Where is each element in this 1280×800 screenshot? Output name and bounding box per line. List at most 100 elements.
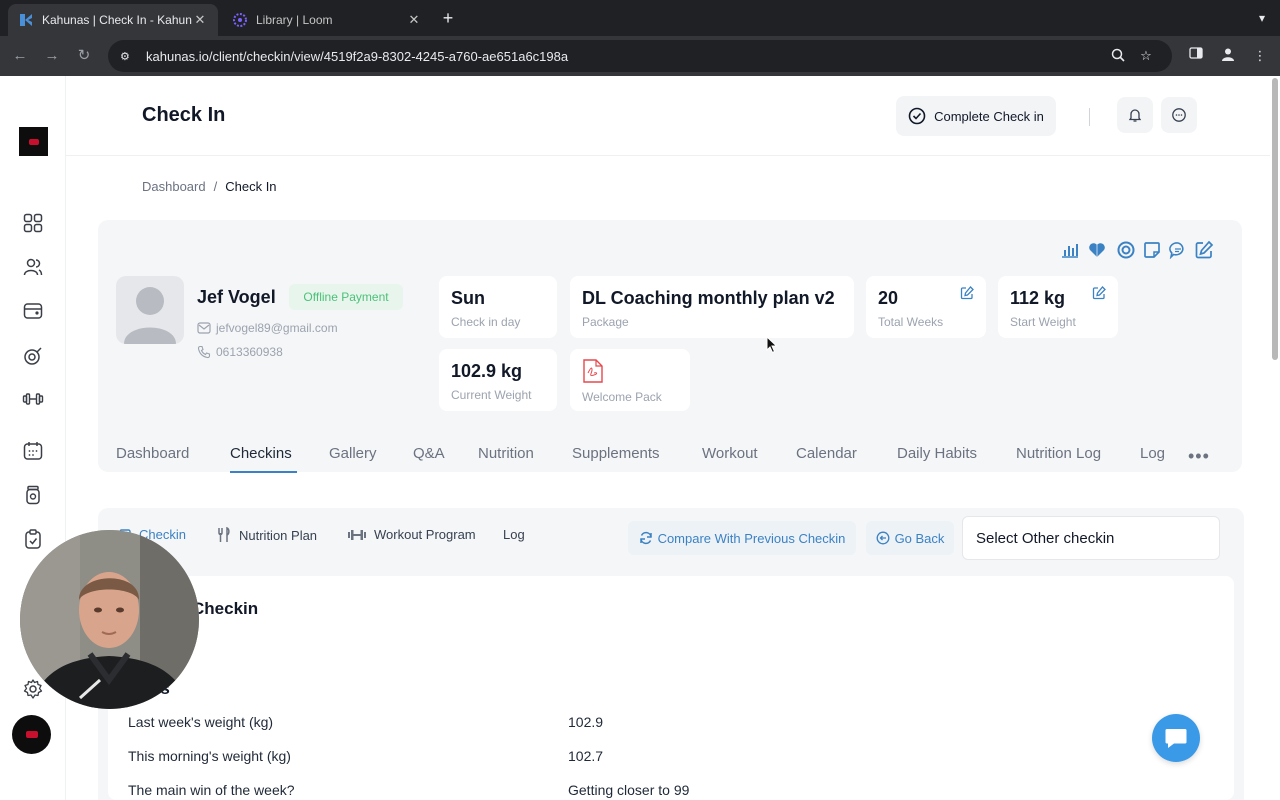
tab-dashboard[interactable]: Dashboard bbox=[116, 445, 189, 462]
edit-start-weight-icon[interactable] bbox=[1092, 286, 1106, 305]
user-avatar[interactable] bbox=[12, 715, 51, 754]
calendar-icon[interactable] bbox=[21, 439, 45, 463]
checkin-content-card bbox=[108, 576, 1234, 800]
client-avatar bbox=[116, 276, 184, 344]
mouse-cursor-icon bbox=[766, 335, 778, 359]
dashboard-grid-icon[interactable] bbox=[21, 211, 45, 235]
subtab-nutrition-plan-label: Nutrition Plan bbox=[239, 527, 318, 543]
header-divider-line bbox=[66, 155, 1270, 156]
active-tab-indicator bbox=[230, 471, 297, 473]
select-other-checkin-dropdown[interactable]: Select Other checkin bbox=[962, 516, 1220, 560]
complete-checkin-label: Complete Check in bbox=[934, 108, 1044, 124]
subtab-log[interactable]: Log bbox=[503, 527, 525, 542]
close-tab-icon[interactable]: ✕ bbox=[406, 12, 422, 28]
stat-value: Sun bbox=[451, 288, 485, 308]
profile-icon[interactable] bbox=[1218, 46, 1238, 66]
page-scrollbar-thumb[interactable] bbox=[1272, 78, 1278, 360]
tab-nutrition[interactable]: Nutrition bbox=[478, 445, 534, 462]
forward-arrow-icon[interactable]: → bbox=[42, 46, 62, 66]
browser-tab-loom[interactable]: Library | Loom ✕ bbox=[222, 4, 432, 36]
side-panel-icon[interactable] bbox=[1186, 46, 1206, 66]
new-tab-button[interactable]: + bbox=[438, 8, 458, 28]
stat-label: Welcome Pack bbox=[582, 390, 662, 404]
pdf-file-icon[interactable] bbox=[582, 359, 604, 383]
heart-icon[interactable] bbox=[1087, 240, 1107, 260]
nutrition-icon[interactable] bbox=[21, 344, 45, 368]
stat-package: DL Coaching monthly plan v2 Package bbox=[570, 276, 854, 338]
packages-icon[interactable] bbox=[21, 299, 45, 323]
stat-welcome-pack[interactable]: Welcome Pack bbox=[570, 349, 690, 411]
kahunas-favicon-icon bbox=[18, 12, 34, 28]
breadcrumb-dashboard-link[interactable]: Dashboard bbox=[142, 179, 206, 194]
tab-title: Library | Loom bbox=[256, 13, 333, 27]
close-tab-icon[interactable]: ✕ bbox=[192, 12, 208, 28]
comments-icon[interactable] bbox=[1168, 240, 1188, 260]
tab-checkins[interactable]: Checkins bbox=[230, 445, 292, 462]
target-goal-icon[interactable] bbox=[1116, 240, 1136, 260]
chat-bubble-icon bbox=[1165, 729, 1187, 748]
notes-icon[interactable] bbox=[1142, 240, 1162, 260]
settings-gear-icon[interactable] bbox=[21, 677, 45, 701]
tab-log[interactable]: Log bbox=[1140, 445, 1165, 462]
reload-icon[interactable]: ↻ bbox=[74, 46, 94, 66]
address-bar[interactable]: ⚙ kahunas.io/client/checkin/view/4519f2a… bbox=[108, 40, 1172, 72]
dumbbell-icon bbox=[348, 529, 366, 540]
tab-search-chevron-icon[interactable]: ▾ bbox=[1252, 8, 1272, 28]
edit-profile-icon[interactable] bbox=[1194, 240, 1214, 260]
more-tabs-icon[interactable]: ••• bbox=[1188, 446, 1210, 467]
edit-weeks-icon[interactable] bbox=[960, 286, 974, 305]
webcam-overlay[interactable] bbox=[20, 530, 199, 709]
tab-daily-habits[interactable]: Daily Habits bbox=[897, 445, 977, 462]
checklist-clipboard-icon[interactable] bbox=[21, 527, 45, 551]
tab-title: Kahunas | Check In - Kahunas bbox=[42, 13, 192, 27]
answer-last-week-weight: 102.9 bbox=[568, 714, 604, 730]
tab-workout[interactable]: Workout bbox=[702, 445, 758, 462]
tab-nutrition-log[interactable]: Nutrition Log bbox=[1016, 445, 1101, 462]
client-phone-text: 0613360938 bbox=[216, 345, 283, 359]
tab-calendar[interactable]: Calendar bbox=[796, 445, 857, 462]
messages-chat-icon[interactable] bbox=[1161, 97, 1197, 133]
progress-chart-icon[interactable] bbox=[1060, 240, 1080, 260]
go-back-label: Go Back bbox=[894, 530, 945, 546]
stat-value: 102.9 kg bbox=[451, 361, 523, 381]
page-title: Check In bbox=[142, 104, 226, 126]
tab-supplements[interactable]: Supplements bbox=[572, 445, 660, 462]
checkin-section-title: Checkin bbox=[192, 599, 259, 618]
site-info-icon[interactable]: ⚙ bbox=[120, 50, 136, 63]
payment-status-badge: Offline Payment bbox=[289, 284, 403, 310]
check-circle-icon bbox=[908, 107, 926, 125]
tab-gallery[interactable]: Gallery bbox=[329, 445, 377, 462]
zoom-icon[interactable] bbox=[1104, 48, 1132, 65]
tab-qa[interactable]: Q&A bbox=[413, 445, 445, 462]
bookmark-star-icon[interactable]: ☆ bbox=[1132, 48, 1160, 64]
go-back-button[interactable]: Go Back bbox=[866, 521, 954, 555]
subtab-workout-program-label: Workout Program bbox=[374, 527, 476, 542]
phone-icon bbox=[197, 345, 211, 359]
breadcrumb-current: Check In bbox=[225, 179, 277, 194]
notifications-bell-icon[interactable] bbox=[1117, 97, 1153, 133]
complete-checkin-button[interactable]: Complete Check in bbox=[896, 96, 1056, 136]
answer-main-win: Getting closer to 99 bbox=[568, 782, 690, 798]
refresh-icon bbox=[639, 531, 652, 545]
back-arrow-icon[interactable]: ← bbox=[10, 46, 30, 66]
breadcrumb: Dashboard / Check In bbox=[142, 179, 277, 194]
compare-checkin-button[interactable]: Compare With Previous Checkin bbox=[628, 521, 856, 555]
subtab-nutrition-plan[interactable]: Nutrition Plan bbox=[216, 527, 317, 543]
utensils-icon bbox=[218, 527, 230, 542]
brand-logo[interactable] bbox=[19, 127, 48, 156]
stat-value: DL Coaching monthly plan v2 bbox=[582, 288, 835, 308]
live-chat-button[interactable] bbox=[1152, 714, 1200, 762]
stat-current-weight: 102.9 kg Current Weight bbox=[439, 349, 557, 411]
question-last-week-weight: Last week's weight (kg) bbox=[128, 714, 274, 730]
clients-users-icon[interactable] bbox=[21, 255, 45, 279]
browser-tab-kahunas[interactable]: Kahunas | Check In - Kahunas ✕ bbox=[8, 4, 218, 36]
question-main-win: The main win of the week? bbox=[128, 782, 295, 798]
supplements-icon[interactable] bbox=[21, 483, 45, 507]
stat-checkin-day: Sun Check in day bbox=[439, 276, 557, 338]
browser-menu-icon[interactable]: ⋮ bbox=[1250, 46, 1270, 66]
loom-favicon-icon bbox=[232, 12, 248, 28]
workout-dumbbell-icon[interactable] bbox=[21, 387, 45, 411]
presenter-video-image bbox=[20, 530, 199, 709]
stat-label: Check in day bbox=[451, 315, 521, 329]
subtab-workout-program[interactable]: Workout Program bbox=[347, 527, 476, 542]
